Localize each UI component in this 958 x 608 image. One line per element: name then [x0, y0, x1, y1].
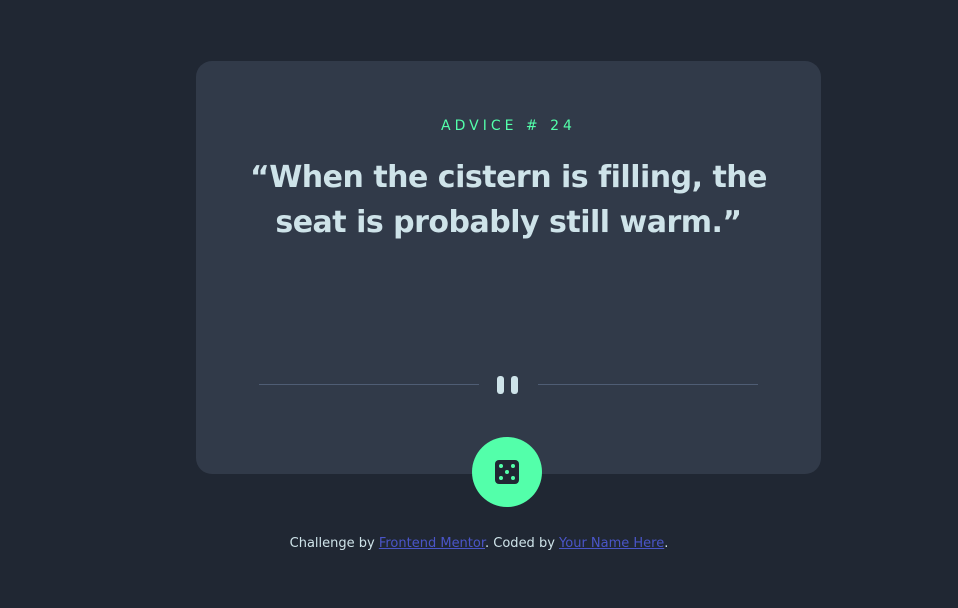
attribution-footer: Challenge by Frontend Mentor. Coded by Y…: [0, 536, 958, 552]
advice-quote: “When the cistern is filling, the seat i…: [250, 160, 768, 240]
frontend-mentor-link[interactable]: Frontend Mentor: [379, 536, 485, 551]
footer-suffix: .: [664, 536, 669, 551]
pause-icon: [497, 376, 521, 394]
footer-challenge-prefix: Challenge by: [289, 536, 379, 551]
divider-line-left: [259, 384, 479, 385]
divider-line-right: [538, 384, 758, 385]
advice-id-label: ADVICE # 24: [441, 118, 576, 134]
author-link[interactable]: Your Name Here: [559, 536, 664, 551]
footer-coded-prefix: . Coded by: [485, 536, 560, 551]
new-advice-button[interactable]: [472, 437, 542, 507]
dice-icon: [495, 460, 519, 484]
divider: [259, 373, 758, 397]
advice-card: ADVICE # 24 “When the cistern is filling…: [196, 61, 821, 474]
